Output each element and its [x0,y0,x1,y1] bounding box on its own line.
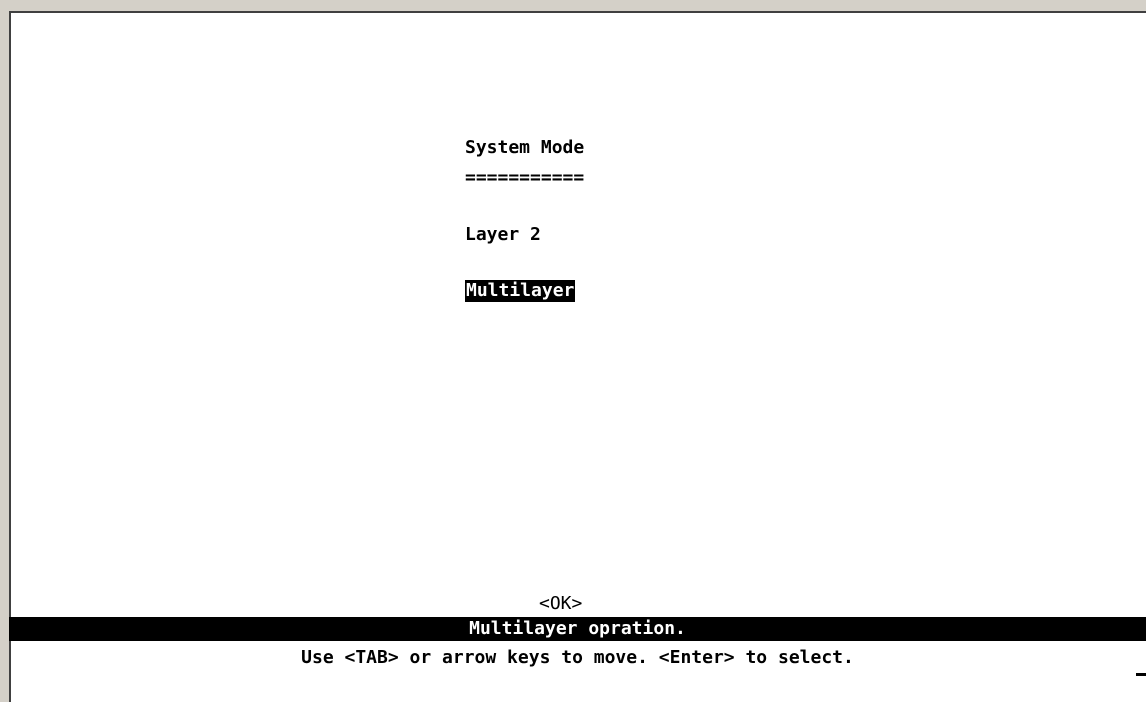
status-message: Multilayer opration. [469,618,686,639]
text-cursor [1136,673,1146,676]
option-multilayer-selected[interactable]: Multilayer [465,280,576,302]
screen-title: System Mode [465,137,585,158]
screen-title-underline: =========== [465,167,585,188]
terminal-window: System Mode =========== Layer 2 Multilay… [0,0,1146,702]
option-layer-2[interactable]: Layer 2 [465,224,541,246]
status-bar: Multilayer opration. [9,617,1146,641]
ok-button[interactable]: <OK> [539,593,582,615]
help-text: Use <TAB> or arrow keys to move. <Enter>… [301,647,854,668]
